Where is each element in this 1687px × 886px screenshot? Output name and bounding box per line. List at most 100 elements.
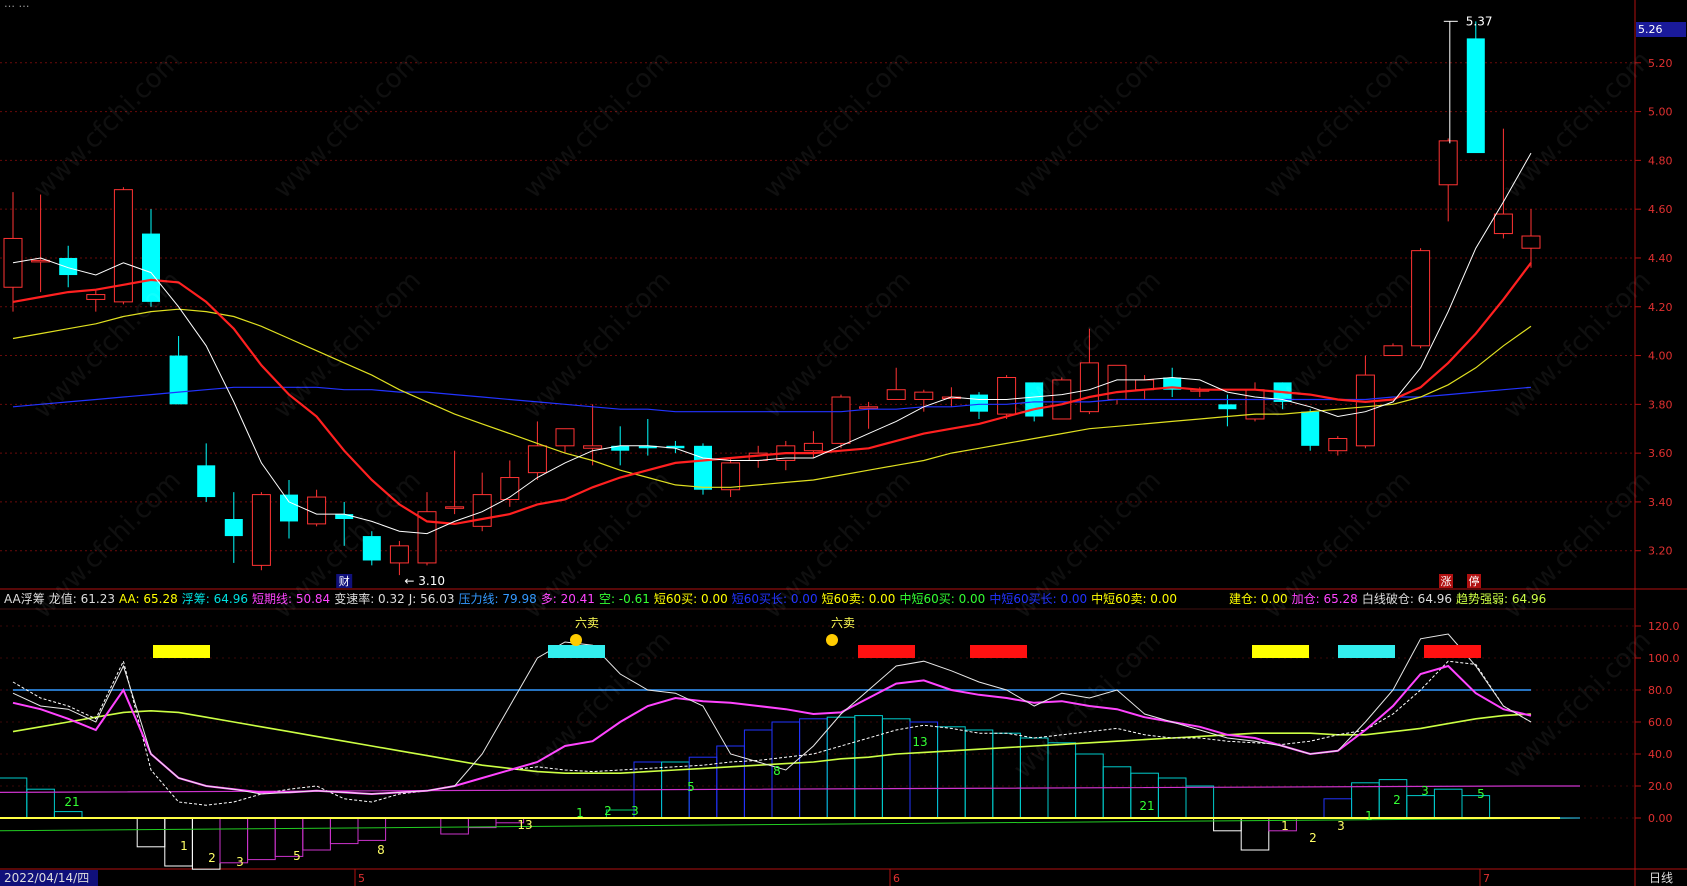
osc-step-bar: [302, 817, 331, 851]
osc-step-bar: [329, 817, 359, 845]
osc-step-bar: [1102, 766, 1132, 819]
month-label: 6: [893, 872, 900, 885]
ting-marker: 停: [1469, 574, 1480, 588]
candle-body-up: [472, 494, 492, 527]
osc-tick-label: 120.0: [1648, 620, 1680, 633]
price-tick-label: 3.80: [1648, 398, 1673, 411]
month-label: 7: [1483, 872, 1490, 885]
osc-step-bar: [1213, 817, 1242, 832]
candle-body-up: [859, 406, 879, 409]
candle-body-up: [1383, 345, 1403, 357]
indicator-legend-item: AA浮筹: [4, 592, 45, 606]
candle-body-up: [555, 428, 575, 447]
count-label: 2: [1309, 831, 1317, 845]
indicator-legend-item: 加仓: 65.28: [1291, 592, 1358, 606]
osc-step-bar: [1157, 777, 1187, 819]
price-tick-label: 4.20: [1648, 301, 1673, 314]
candle-body-down: [1218, 404, 1237, 410]
osc-tick-label: 80.0: [1648, 684, 1673, 697]
count-label: 1: [180, 839, 188, 853]
indicator-legend-item: 多: 20.41: [540, 592, 595, 606]
osc-step-bar: [992, 732, 1021, 819]
osc-step-bar: [467, 817, 497, 829]
osc-step-bar: [1461, 795, 1491, 819]
signal-block: [1252, 645, 1309, 658]
osc-step-bar: [799, 718, 828, 819]
osc-step-bar: [440, 817, 469, 835]
candle-body-down: [335, 514, 354, 520]
price-tick-label: 3.60: [1648, 447, 1673, 460]
osc-step-bar: [937, 726, 966, 819]
indicator-legend-item: 中短60买: 0.00: [899, 592, 986, 606]
candle-body-up: [1328, 438, 1348, 452]
candle-body-down: [1301, 411, 1320, 446]
osc-tick-label: 20.0: [1648, 780, 1673, 793]
sell-signal-label: 六卖: [831, 616, 855, 630]
indicator-legend-item: 短60买: 0.00: [653, 592, 728, 606]
count-label: 5: [293, 849, 301, 863]
count-label: 13: [517, 818, 532, 832]
signal-block: [1338, 645, 1395, 658]
candle-body-up: [1521, 235, 1541, 249]
count-label: 8: [377, 843, 385, 857]
month-label: 5: [358, 872, 365, 885]
candle-body-up: [886, 389, 906, 400]
count-label: 2: [208, 851, 216, 865]
osc-tick-label: 60.0: [1648, 716, 1673, 729]
price-tick-label: 5.20: [1648, 57, 1673, 70]
indicator-legend-item: 龙值: 61.23: [48, 592, 115, 606]
indicator-legend-item: AA: 65.28: [118, 592, 178, 606]
ma5-line: [12, 152, 1532, 535]
count-label: 2: [604, 804, 612, 818]
signal-block: [970, 645, 1027, 658]
ma10-line: [12, 262, 1532, 526]
osc-step-bar: [743, 729, 773, 819]
period-label[interactable]: 日线: [1635, 870, 1687, 886]
candle-body-up: [3, 237, 23, 288]
count-label: 3: [1421, 784, 1429, 798]
osc-step-bar: [0, 777, 28, 819]
ma20-line: [12, 308, 1532, 488]
osc-step-bar: [964, 729, 994, 819]
candle-body-down: [970, 394, 988, 412]
indicator-legend-item: 短期线: 50.84: [251, 592, 331, 606]
candle-body-up: [1493, 213, 1513, 235]
indicator-legend-item: 建仓: 0.00: [1229, 592, 1288, 606]
candle-body-up: [86, 294, 106, 300]
signal-block: [548, 645, 605, 658]
candle-body-up: [914, 391, 934, 400]
ma60-line: [12, 386, 1532, 413]
chart-canvas: 5.20 5.00 4.80 4.60 4.40 4.20 4.00 3.80 3.60 3.40…: [0, 0, 1687, 886]
smile-icon: [570, 634, 582, 646]
osc-tick-label: 0.00: [1648, 812, 1673, 825]
osc-step-bar: [191, 817, 221, 870]
candle-body-up: [251, 494, 271, 566]
price-tick-label: 4.60: [1648, 203, 1673, 216]
low-price-label: ← 3.10: [404, 574, 445, 588]
osc-tick-label: 100.0: [1648, 652, 1680, 665]
candle-body-down: [694, 445, 712, 490]
candle-body-up: [1438, 140, 1458, 186]
candle-body-up: [997, 377, 1017, 415]
price-tick-label: 4.00: [1648, 350, 1673, 363]
candle-body-up: [831, 396, 851, 444]
price-tick-label: 4.80: [1648, 154, 1673, 167]
candle-body-up: [721, 462, 741, 491]
indicator-legend-bar: AA浮筹 龙值: 61.23 AA: 65.28 浮筹: 64.96 短期线: 50.8…: [0, 589, 1635, 609]
candle-body-down: [362, 536, 381, 561]
osc-step-bar: [357, 817, 387, 841]
osc-step-bar: [881, 718, 911, 819]
candle-body-up: [1411, 250, 1431, 347]
candle-body-up: [1052, 379, 1072, 420]
osc-step-bar: [854, 715, 883, 819]
candle-body-down: [59, 257, 78, 276]
count-label: 8: [773, 764, 781, 778]
candle-body-up: [500, 477, 520, 500]
count-label: 2: [1393, 793, 1401, 807]
price-tick-label: 3.40: [1648, 496, 1673, 509]
count-label: 3: [631, 804, 639, 818]
signal-block: [858, 645, 915, 658]
osc-step-bar: [136, 817, 166, 848]
high-price-label: 5.37: [1466, 14, 1493, 28]
candle-body-up: [307, 496, 327, 525]
